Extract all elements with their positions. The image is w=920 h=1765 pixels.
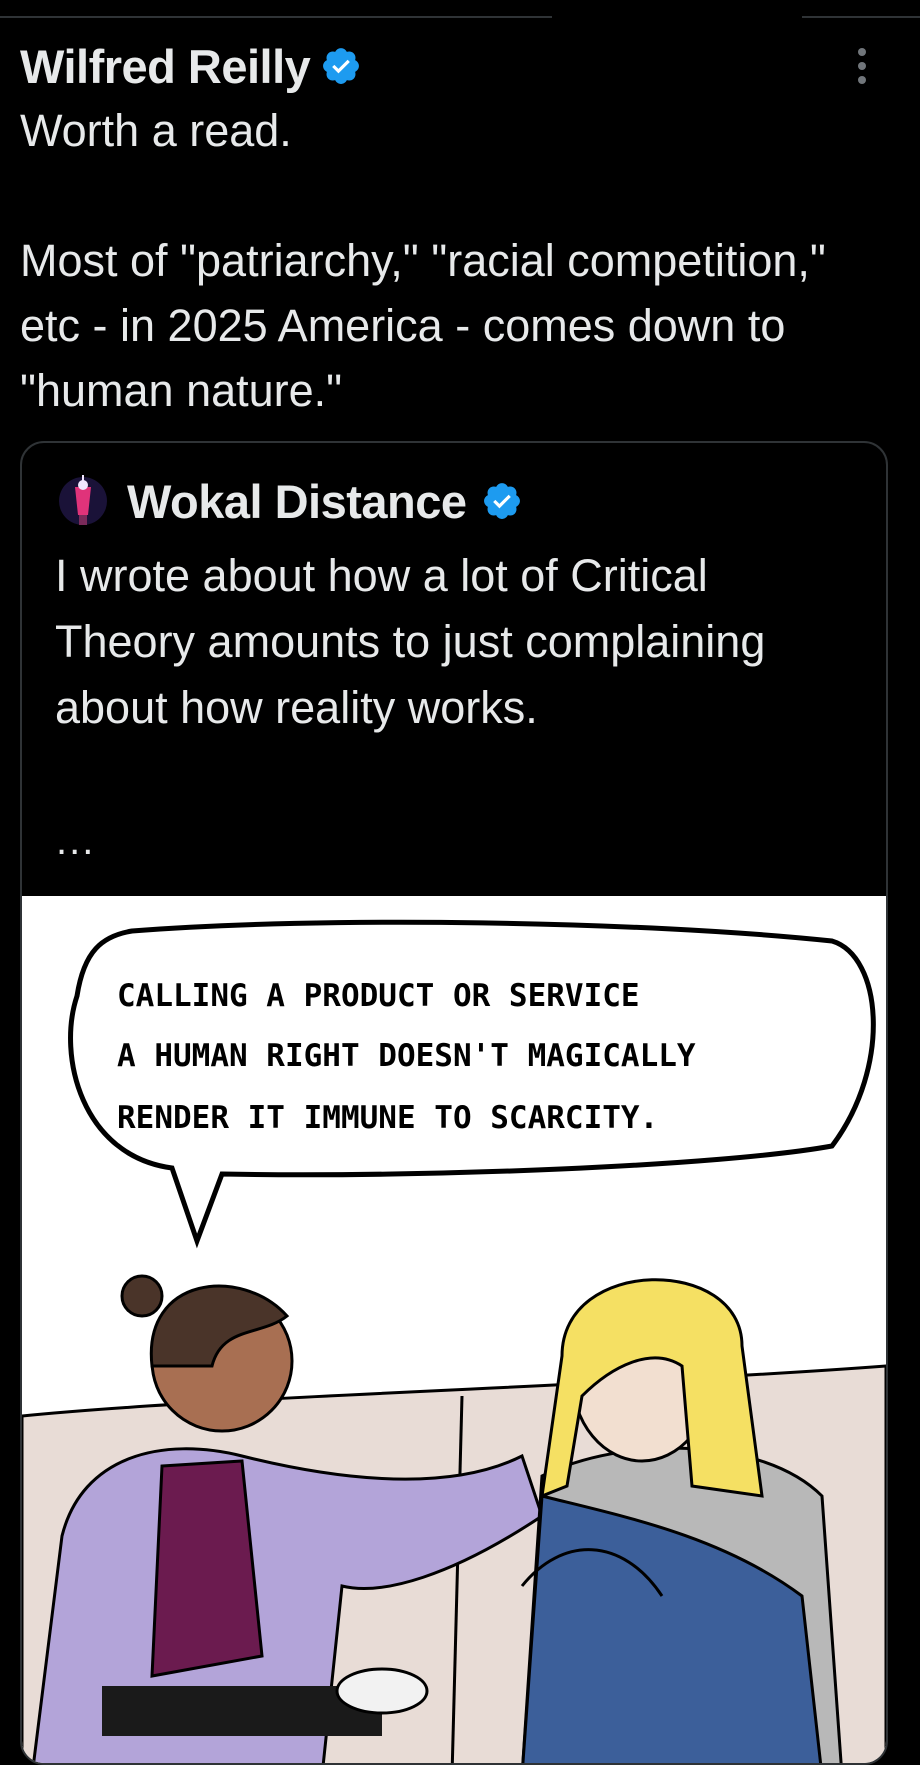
speech-line-2: A HUMAN RIGHT DOESN'T MAGICALLY bbox=[117, 1038, 696, 1074]
quoted-tweet[interactable]: Wokal Distance I wrote about how a lot o… bbox=[20, 441, 888, 1765]
quote-author-name: Wokal Distance bbox=[127, 474, 467, 528]
quote-text: I wrote about how a lot of Critical Theo… bbox=[55, 550, 766, 733]
verified-badge-icon bbox=[483, 483, 520, 519]
quote-author: Wokal Distance bbox=[127, 473, 523, 529]
verified-badge-icon bbox=[323, 48, 360, 84]
speech-line-1: CALLING A PRODUCT OR SERVICE bbox=[117, 978, 640, 1014]
tweet-author[interactable]: Wilfred Reilly bbox=[20, 38, 362, 94]
more-options-icon[interactable] bbox=[852, 48, 872, 92]
tweet-text: Worth a read. Most of "patriarchy," "rac… bbox=[20, 105, 826, 416]
top-divider bbox=[0, 16, 920, 18]
speech-line-3: RENDER IT IMMUNE TO SCARCITY. bbox=[117, 1100, 658, 1136]
comic-image[interactable]: CALLING A PRODUCT OR SERVICE A HUMAN RIG… bbox=[22, 896, 886, 1765]
avatar-lamp-icon bbox=[59, 475, 107, 525]
quote-ellipsis: ... bbox=[56, 819, 96, 863]
author-name[interactable]: Wilfred Reilly bbox=[20, 39, 311, 94]
